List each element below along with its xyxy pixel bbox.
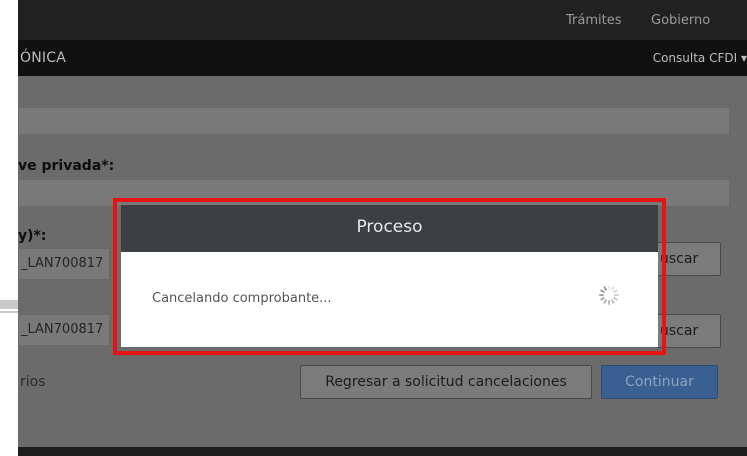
modal-header: Proceso	[121, 205, 658, 252]
private-key-label: ve privada*:	[18, 158, 115, 174]
nav-link-gobierno[interactable]: Gobierno	[651, 13, 710, 28]
menu-consulta-cfdi[interactable]: Consulta CFDI ▾	[653, 51, 747, 65]
process-modal: Proceso Cancelando comprobante...	[121, 205, 658, 347]
required-fields-note: rios	[20, 374, 46, 390]
top-bar: Trámites Gobierno	[18, 0, 747, 40]
continue-button[interactable]: Continuar	[601, 365, 718, 399]
main-navbar: ÓNICA Consulta CFDI ▾	[18, 40, 747, 76]
back-button-label: Regresar a solicitud cancelaciones	[325, 374, 567, 390]
footer-bar	[18, 447, 747, 456]
menu-label: Consulta CFDI	[652, 51, 738, 65]
back-to-cancellations-button[interactable]: Regresar a solicitud cancelaciones	[300, 365, 592, 399]
modal-message: Cancelando comprobante...	[152, 291, 332, 306]
screenshot-left-margin	[0, 0, 18, 456]
margin-artifact	[0, 300, 18, 309]
site-brand[interactable]: ÓNICA	[20, 50, 66, 66]
continue-button-label: Continuar	[625, 374, 694, 390]
margin-artifact	[0, 311, 18, 313]
modal-title: Proceso	[356, 217, 423, 237]
rfc-input[interactable]	[18, 107, 730, 135]
certificate-label: y)*:	[18, 228, 47, 244]
loading-spinner-icon	[599, 285, 619, 305]
nav-link-tramites[interactable]: Trámites	[566, 13, 622, 28]
certificate-file-name: _LAN700817	[21, 256, 104, 271]
chevron-down-icon: ▾	[740, 51, 747, 65]
key-file-input[interactable]: _LAN700817	[18, 314, 110, 346]
key-file-name: _LAN700817	[21, 322, 104, 337]
certificate-file-input[interactable]: _LAN700817	[18, 248, 110, 280]
